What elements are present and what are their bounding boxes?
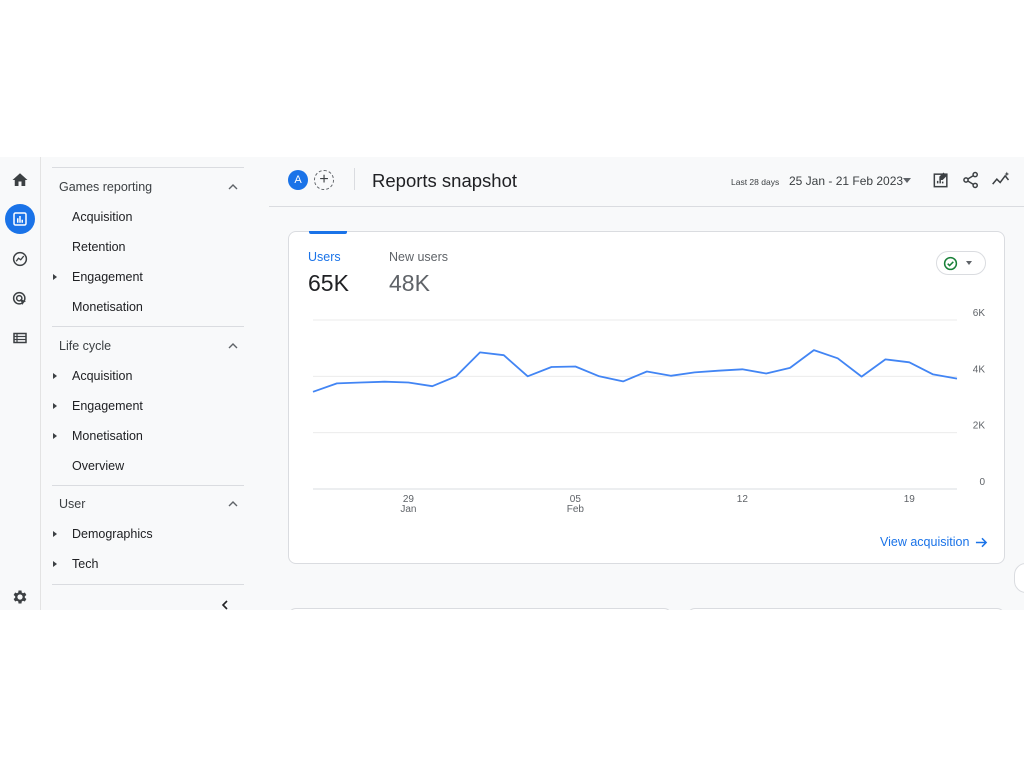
reports-icon[interactable] xyxy=(5,204,35,234)
lower-card xyxy=(687,608,1005,610)
chevron-up-icon xyxy=(228,501,238,507)
arrow-right-icon xyxy=(976,537,988,547)
gear-icon[interactable] xyxy=(5,582,35,610)
divider xyxy=(52,584,244,585)
left-rail xyxy=(0,157,41,610)
view-acquisition-link[interactable]: View acquisition xyxy=(880,535,988,549)
page-header: A + Reports snapshot Last 28 days 25 Jan… xyxy=(269,157,1024,207)
reports-nav: Games reporting Acquisition Retention En… xyxy=(42,157,268,610)
chevron-up-icon xyxy=(228,343,238,349)
expand-arrow-icon[interactable] xyxy=(53,403,57,409)
users-series-line xyxy=(312,349,958,393)
divider xyxy=(354,168,355,190)
nav-item-demographics[interactable]: Demographics xyxy=(72,525,153,543)
nav-item-lc-acquisition[interactable]: Acquisition xyxy=(72,367,132,385)
section-games-reporting[interactable]: Games reporting xyxy=(59,177,239,197)
users-overview-card: Users 65K New users 48K 0 2K 4K 6K 29 Jan 05 Fe… xyxy=(288,231,1005,564)
section-user[interactable]: User xyxy=(59,494,239,514)
page-title: Reports snapshot xyxy=(372,170,518,191)
section-title: User xyxy=(59,497,86,511)
expand-arrow-icon[interactable] xyxy=(53,561,57,567)
nav-item-lc-monetisation[interactable]: Monetisation xyxy=(72,427,143,445)
divider xyxy=(52,326,244,327)
configure-icon[interactable] xyxy=(5,323,35,353)
x-tick-month-label: Jan xyxy=(400,504,416,515)
nav-item-retention[interactable]: Retention xyxy=(72,238,126,256)
insights-icon[interactable] xyxy=(990,169,1012,191)
nav-item-engagement[interactable]: Engagement xyxy=(72,268,143,286)
date-preset-label[interactable]: Last 28 days xyxy=(731,177,779,187)
chevron-down-icon[interactable] xyxy=(903,178,911,183)
section-life-cycle[interactable]: Life cycle xyxy=(59,336,239,356)
y-tick-label: 2K xyxy=(973,421,986,432)
add-comparison-button[interactable]: + xyxy=(314,170,334,190)
x-tick-label: 12 xyxy=(737,494,749,505)
lower-card xyxy=(288,608,672,610)
advertising-icon[interactable] xyxy=(5,284,35,314)
divider xyxy=(52,167,244,168)
expand-arrow-icon[interactable] xyxy=(53,433,57,439)
expand-arrow-icon[interactable] xyxy=(53,373,57,379)
section-title: Life cycle xyxy=(59,339,112,353)
explore-icon[interactable] xyxy=(5,244,35,274)
users-line-chart: 02K4K6K29Jan05Feb12 19 xyxy=(312,308,986,515)
x-tick-label: 19 xyxy=(904,494,916,505)
nav-item-monetisation[interactable]: Monetisation xyxy=(72,298,143,316)
side-panel-toggle[interactable] xyxy=(1014,563,1024,593)
share-icon[interactable] xyxy=(960,169,982,191)
x-tick-month-label: Feb xyxy=(567,504,585,515)
home-icon[interactable] xyxy=(5,165,35,195)
nav-item-acquisition[interactable]: Acquisition xyxy=(72,208,132,226)
y-tick-label: 6K xyxy=(973,308,986,319)
collapse-nav-icon[interactable] xyxy=(220,600,230,610)
expand-arrow-icon[interactable] xyxy=(53,274,57,280)
nav-item-lc-overview[interactable]: Overview xyxy=(72,457,124,475)
date-range-picker[interactable]: 25 Jan - 21 Feb 2023 xyxy=(789,174,903,188)
customize-report-icon[interactable] xyxy=(930,169,952,191)
section-title: Games reporting xyxy=(59,180,153,194)
link-label: View acquisition xyxy=(880,535,970,549)
nav-item-tech[interactable]: Tech xyxy=(72,555,98,573)
comparison-avatar[interactable]: A xyxy=(288,170,308,190)
analytics-app: Games reporting Acquisition Retention En… xyxy=(0,157,1024,610)
divider xyxy=(52,485,244,486)
nav-item-lc-engagement[interactable]: Engagement xyxy=(72,397,143,415)
expand-arrow-icon[interactable] xyxy=(53,531,57,537)
y-tick-label: 4K xyxy=(973,364,986,375)
y-tick-label: 0 xyxy=(979,477,985,488)
chevron-up-icon xyxy=(228,184,238,190)
